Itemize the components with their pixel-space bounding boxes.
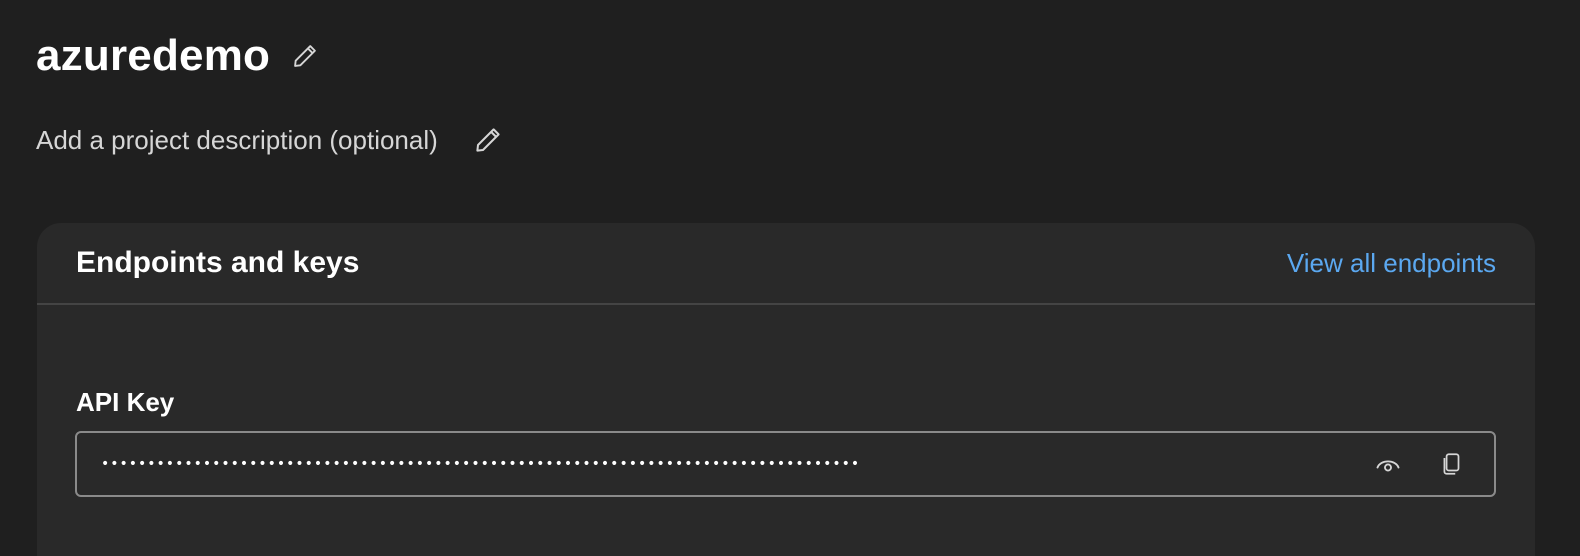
project-description-placeholder: Add a project description (optional)	[36, 125, 438, 155]
project-description-row: Add a project description (optional)	[36, 120, 504, 160]
show-key-button[interactable]	[1370, 446, 1406, 482]
view-all-endpoints-link[interactable]: View all endpoints	[1287, 248, 1496, 279]
project-overview-page: azuredemo Add a project description (opt…	[0, 0, 1580, 556]
project-header: azuredemo	[36, 28, 320, 84]
pencil-icon	[294, 45, 316, 67]
api-key-label: API Key	[76, 387, 175, 417]
api-key-masked-value[interactable]: ••••••••••••••••••••••••••••••••••••••••…	[101, 456, 1370, 472]
edit-title-button[interactable]	[290, 40, 320, 72]
edit-description-button[interactable]	[472, 124, 504, 156]
card-header: Endpoints and keys View all endpoints	[37, 223, 1535, 305]
copy-key-button[interactable]	[1434, 446, 1470, 482]
project-title: azuredemo	[36, 31, 271, 80]
copy-icon	[1443, 453, 1460, 475]
pencil-icon	[476, 128, 500, 152]
card-title: Endpoints and keys	[76, 246, 360, 279]
api-key-field[interactable]: ••••••••••••••••••••••••••••••••••••••••…	[75, 431, 1496, 497]
eye-icon	[1376, 460, 1400, 472]
endpoints-keys-card: Endpoints and keys View all endpoints AP…	[37, 223, 1535, 556]
